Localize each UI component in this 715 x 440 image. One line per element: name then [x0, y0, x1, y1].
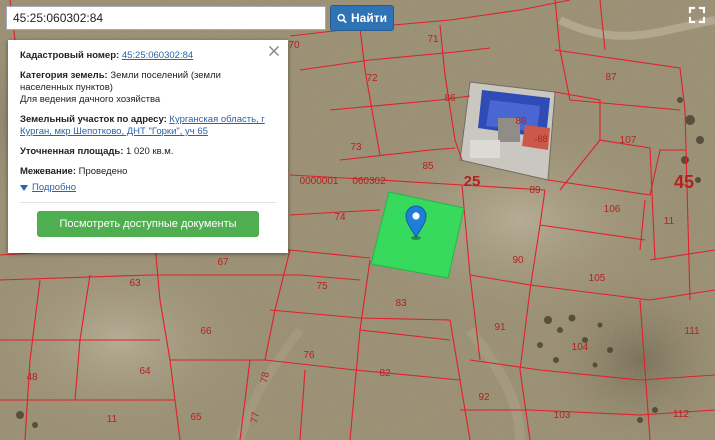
area-row: Уточненная площадь: 1 020 кв.м.: [20, 146, 276, 158]
parcel-number-label: 64: [139, 366, 151, 377]
parcel-number-label: 103: [554, 410, 571, 421]
survey-row: Межевание: Проведено: [20, 166, 276, 178]
parcel-number-label: 72: [366, 73, 378, 84]
parcel-number-label: 48: [26, 372, 38, 383]
search-input[interactable]: [6, 6, 326, 30]
parcel-number-label: 70: [288, 40, 300, 51]
parcel-number-label: 86: [444, 93, 456, 104]
details-link-label: Подробно: [32, 182, 76, 193]
cadastral-number-label: Кадастровый номер:: [20, 50, 120, 61]
cadastral-number-row: Кадастровый номер: 45:25:060302:84: [20, 50, 276, 62]
parcel-number-label: 87: [605, 72, 617, 83]
search-button[interactable]: Найти: [330, 5, 394, 31]
search-icon: [337, 13, 347, 23]
survey-label: Межевание:: [20, 166, 76, 177]
parcel-number-label: 112: [673, 409, 689, 420]
parcel-number-label: 82: [379, 368, 391, 379]
survey-value: Проведено: [78, 166, 128, 177]
details-toggle[interactable]: Подробно: [20, 182, 276, 194]
view-documents-button[interactable]: Посмотреть доступные документы: [37, 211, 259, 237]
parcel-number-label: 75: [316, 281, 328, 292]
parcel-number-label: 85: [422, 161, 434, 172]
close-icon[interactable]: [268, 45, 280, 57]
permitted-use-value: Для ведения дачного хозяйства: [20, 94, 161, 105]
parcel-number-label: 90: [512, 255, 524, 266]
parcel-number-label: 104: [572, 342, 589, 353]
address-label: Земельный участок по адресу:: [20, 114, 167, 125]
parcel-number-label: 83: [395, 298, 407, 309]
address-row: Земельный участок по адресу: Курганская …: [20, 114, 276, 138]
parcel-number-label: 91: [494, 322, 506, 333]
parcel-number-label: 66: [200, 326, 212, 337]
parcel-number-label: 106: [604, 204, 621, 215]
block-code-label: 0000001: [300, 176, 339, 187]
parcel-number-label: 107: [620, 135, 637, 146]
divider: [20, 202, 276, 203]
parcel-number-label: 92: [478, 392, 490, 403]
cadastral-number-link[interactable]: 45:25:060302:84: [122, 50, 193, 61]
search-button-label: Найти: [351, 11, 387, 25]
small-parcel-label: -88: [534, 134, 547, 144]
parcel-number-label: 111: [684, 326, 700, 337]
parcel-number-label: 89: [529, 185, 541, 196]
parcel-number-label: 71: [427, 34, 439, 45]
parcel-info-card: Кадастровый номер: 45:25:060302:84 Катег…: [8, 40, 288, 253]
fullscreen-button[interactable]: [683, 1, 711, 29]
parcel-number-label: 74: [334, 212, 346, 223]
parcel-number-label: 63: [129, 278, 141, 289]
area-value: 1 020 кв.м.: [126, 146, 174, 157]
quarter-number-label: 45: [674, 172, 694, 192]
parcel-number-label: 65: [190, 412, 202, 423]
parcel-number-label: 11: [107, 414, 118, 425]
parcel-number-label: 73: [350, 142, 362, 153]
parcel-number-label: 88: [515, 116, 527, 127]
parcel-number-label: 67: [217, 257, 229, 268]
caret-down-icon: [20, 185, 28, 191]
parcel-number-label: 105: [589, 273, 606, 284]
parcel-number-label: 11: [664, 216, 675, 227]
land-category-label: Категория земель:: [20, 70, 108, 81]
quarter-number-label: 25: [464, 173, 481, 190]
parcel-number-label: 76: [303, 350, 315, 361]
land-category-row: Категория земель: Земли поселений (земли…: [20, 70, 276, 106]
fullscreen-icon: [688, 6, 706, 24]
block-code-label: 060302: [352, 176, 386, 187]
area-label: Уточненная площадь:: [20, 146, 124, 157]
